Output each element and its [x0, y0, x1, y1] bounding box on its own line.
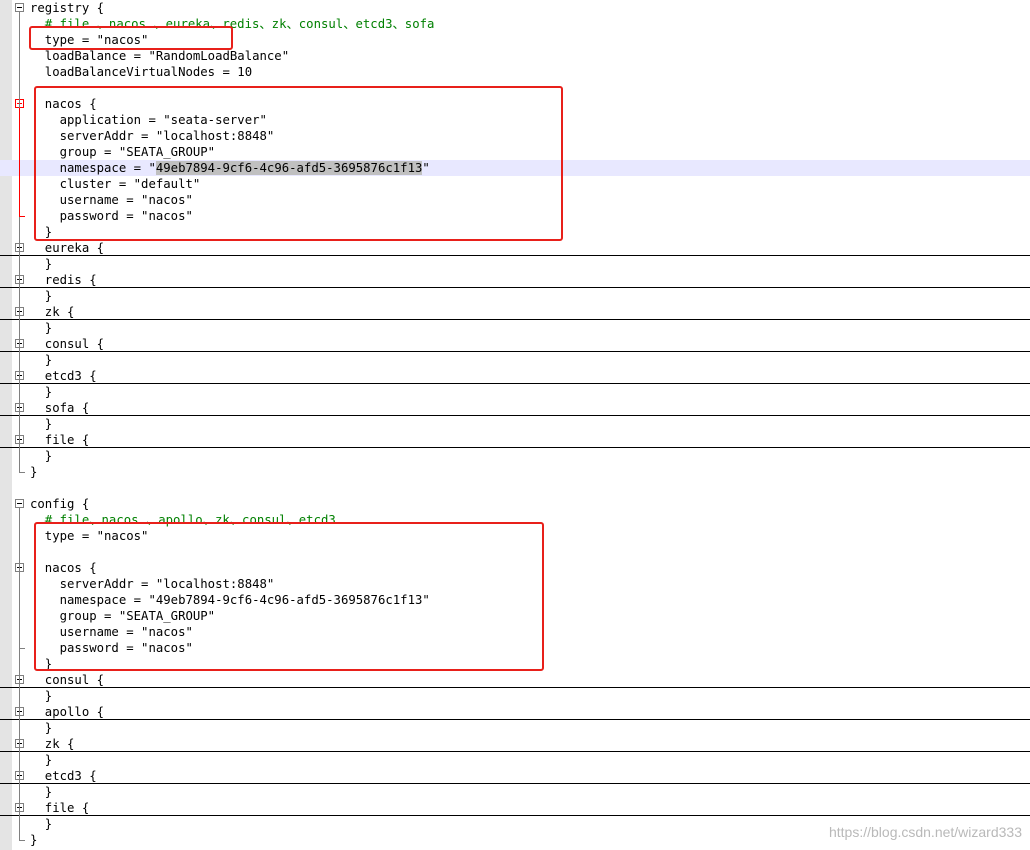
- code-text: }: [30, 321, 53, 335]
- fold-guide-line: [19, 108, 20, 216]
- fold-guide-end: [19, 648, 25, 649]
- fold-guide-line: [19, 12, 20, 472]
- code-line[interactable]: }: [0, 288, 1030, 304]
- fold-guide-end: [19, 840, 25, 841]
- code-line[interactable]: etcd3 {: [0, 368, 1030, 384]
- code-line[interactable]: }: [0, 752, 1030, 768]
- fold-guide-line: [19, 508, 20, 840]
- callout-config-nacos: [34, 522, 544, 671]
- code-text: }: [30, 385, 53, 399]
- code-text: etcd3 {: [30, 769, 97, 783]
- code-line[interactable]: eureka {: [0, 240, 1030, 256]
- code-line[interactable]: apollo {: [0, 704, 1030, 720]
- fold-collapse-icon[interactable]: [15, 499, 24, 508]
- code-text: }: [30, 817, 53, 831]
- code-text: zk {: [30, 737, 75, 751]
- code-line[interactable]: file {: [0, 432, 1030, 448]
- fold-guide-end: [19, 472, 25, 473]
- code-text: etcd3 {: [30, 369, 97, 383]
- code-line[interactable]: zk {: [0, 736, 1030, 752]
- code-line[interactable]: }: [0, 720, 1030, 736]
- code-text: consul {: [30, 673, 105, 687]
- code-line[interactable]: }: [0, 416, 1030, 432]
- code-line[interactable]: consul {: [0, 336, 1030, 352]
- code-line[interactable]: sofa {: [0, 400, 1030, 416]
- code-line[interactable]: }: [0, 256, 1030, 272]
- code-line[interactable]: loadBalance = "RandomLoadBalance": [0, 48, 1030, 64]
- code-text: consul {: [30, 337, 105, 351]
- code-line[interactable]: }: [0, 784, 1030, 800]
- code-line[interactable]: etcd3 {: [0, 768, 1030, 784]
- code-text: loadBalance = "RandomLoadBalance": [30, 49, 290, 63]
- code-line[interactable]: [0, 480, 1030, 496]
- fold-guide-end: [19, 216, 25, 217]
- code-line[interactable]: file {: [0, 800, 1030, 816]
- code-text: file {: [30, 433, 90, 447]
- code-line[interactable]: }: [0, 352, 1030, 368]
- code-text: }: [30, 417, 53, 431]
- code-text: sofa {: [30, 401, 90, 415]
- code-text: }: [30, 257, 53, 271]
- code-text: registry {: [30, 1, 105, 15]
- code-line[interactable]: zk {: [0, 304, 1030, 320]
- code-text: eureka {: [30, 241, 105, 255]
- code-text: config {: [30, 497, 90, 511]
- code-text: }: [30, 289, 53, 303]
- code-line[interactable]: consul {: [0, 672, 1030, 688]
- code-text: zk {: [30, 305, 75, 319]
- code-text: }: [30, 833, 38, 847]
- fold-guide-line: [19, 572, 20, 648]
- code-line[interactable]: }: [0, 448, 1030, 464]
- code-text: }: [30, 753, 53, 767]
- code-text: }: [30, 465, 38, 479]
- code-line[interactable]: }: [0, 384, 1030, 400]
- code-text: }: [30, 353, 53, 367]
- callout-registry-type: [29, 26, 233, 50]
- code-text: }: [30, 449, 53, 463]
- callout-registry-nacos: [34, 86, 563, 241]
- code-line[interactable]: loadBalanceVirtualNodes = 10: [0, 64, 1030, 80]
- watermark: https://blog.csdn.net/wizard333: [828, 824, 1022, 840]
- code-line[interactable]: }: [0, 464, 1030, 480]
- code-line[interactable]: }: [0, 320, 1030, 336]
- code-text: redis {: [30, 273, 97, 287]
- code-text: loadBalanceVirtualNodes = 10: [30, 65, 253, 79]
- code-line[interactable]: registry {: [0, 0, 1030, 16]
- code-text: }: [30, 689, 53, 703]
- code-text: file {: [30, 801, 90, 815]
- fold-collapse-icon[interactable]: [15, 3, 24, 12]
- code-text: }: [30, 785, 53, 799]
- code-line[interactable]: }: [0, 688, 1030, 704]
- code-line[interactable]: config {: [0, 496, 1030, 512]
- code-text: apollo {: [30, 705, 105, 719]
- code-line[interactable]: redis {: [0, 272, 1030, 288]
- code-text: }: [30, 721, 53, 735]
